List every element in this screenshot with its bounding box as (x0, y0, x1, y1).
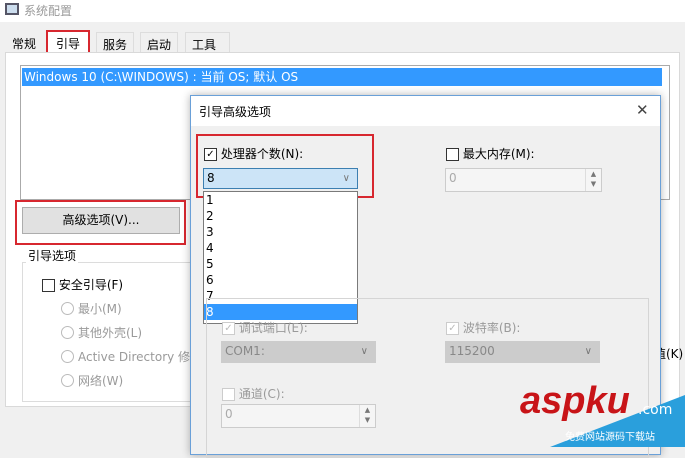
radio-alt-shell[interactable] (61, 326, 74, 339)
watermark-suffix: .com (638, 402, 673, 418)
baud-label: 波特率(B): (462, 321, 521, 335)
dialog-title: 引导高级选项 (199, 105, 272, 119)
dropdown-option[interactable]: 6 (204, 272, 357, 288)
watermark-brand: aspku (520, 380, 630, 422)
window-title: 系统配置 (24, 4, 73, 18)
radio-network[interactable] (61, 374, 74, 387)
radio-ad-repair-label: Active Directory 修 (78, 350, 191, 364)
debug-port-combo[interactable]: COM1: ∨ (221, 341, 376, 363)
tab-boot[interactable]: 引导 (46, 30, 91, 54)
channel-value: 0 (225, 407, 233, 421)
baud-combo[interactable]: 115200 ∨ (445, 341, 600, 363)
debug-port-value: COM1: (225, 344, 265, 358)
dropdown-option[interactable]: 4 (204, 240, 357, 256)
debug-port-checkbox[interactable]: ✓ 调试端口(E): (222, 319, 308, 336)
chevron-down-icon: ∨ (584, 346, 592, 357)
boot-options-label: 引导选项 (26, 247, 79, 264)
tab-general[interactable]: 常规 (6, 32, 42, 53)
dropdown-option[interactable]: 3 (204, 224, 357, 240)
radio-network-label: 网络(W) (78, 374, 124, 388)
watermark-tagline: 免费网站源码下载站 (565, 432, 655, 443)
close-icon[interactable]: ✕ (636, 101, 649, 119)
channel-spinner[interactable]: 0 ▲ ▼ (221, 404, 376, 428)
num-proc-checkbox[interactable]: ✓ 处理器个数(N): (204, 145, 303, 162)
radio-alt-shell-label: 其他外壳(L) (78, 326, 143, 340)
tab-startup[interactable]: 启动 (140, 32, 179, 53)
dialog-title-bar: 引导高级选项 ✕ (191, 96, 660, 126)
radio-minimal[interactable] (61, 302, 74, 315)
channel-label: 通道(C): (238, 387, 285, 401)
radio-ad-repair[interactable] (61, 350, 74, 363)
watermark-logo: aspku .com 免费网站源码下载站 (520, 380, 685, 447)
tab-services[interactable]: 服务 (96, 32, 135, 53)
baud-checkbox[interactable]: ✓ 波特率(B): (446, 319, 520, 336)
max-mem-value: 0 (449, 171, 457, 185)
dropdown-option[interactable]: 2 (204, 208, 357, 224)
dropdown-option[interactable]: 1 (204, 192, 357, 208)
chevron-down-icon: ∨ (360, 346, 368, 357)
safe-boot-checkbox[interactable]: 安全引导(F) (42, 276, 123, 293)
dropdown-option[interactable]: 5 (204, 256, 357, 272)
num-proc-combo[interactable]: 8 ∨ (203, 168, 358, 189)
spin-arrows-icon[interactable]: ▲ ▼ (359, 405, 375, 427)
app-icon (5, 3, 19, 15)
num-proc-label: 处理器个数(N): (220, 147, 304, 161)
title-bar: 系统配置 (0, 0, 685, 22)
max-mem-spinner[interactable]: 0 ▲ ▼ (445, 168, 602, 192)
baud-value: 115200 (449, 344, 495, 358)
max-mem-checkbox[interactable]: 最大内存(M): (446, 145, 535, 162)
tab-tools[interactable]: 工具 (185, 32, 230, 53)
radio-minimal-label: 最小(M) (78, 302, 122, 316)
advanced-options-button[interactable]: 高级选项(V)... (22, 207, 180, 234)
debug-port-label: 调试端口(E): (238, 321, 308, 335)
spin-arrows-icon[interactable]: ▲ ▼ (585, 169, 601, 191)
num-proc-value: 8 (207, 171, 215, 185)
chevron-down-icon: ∨ (342, 173, 350, 184)
channel-checkbox[interactable]: 通道(C): (222, 385, 285, 402)
max-mem-label: 最大内存(M): (462, 147, 535, 161)
os-list-item[interactable]: Windows 10 (C:\WINDOWS) : 当前 OS; 默认 OS (22, 68, 662, 86)
safe-boot-label: 安全引导(F) (58, 278, 124, 292)
